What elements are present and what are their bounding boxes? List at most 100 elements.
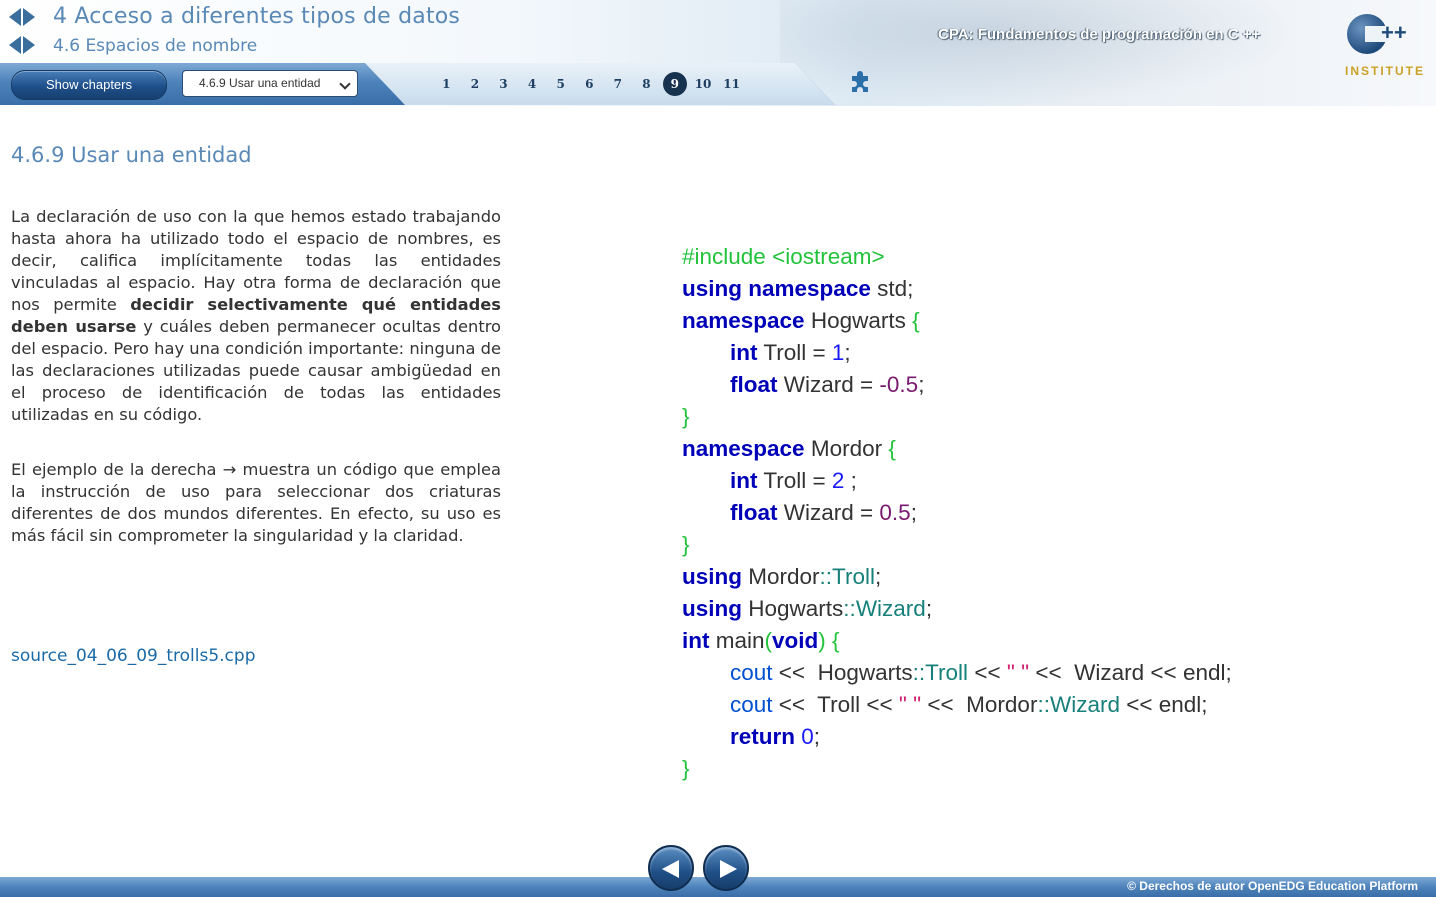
code-token: void <box>772 628 819 653</box>
subsection-select[interactable]: 4.6.9 Usar una entidad <box>182 70 358 97</box>
code-token: -0.5 <box>879 372 919 397</box>
code-line: namespace Mordor { <box>682 433 1232 465</box>
prev-page-icon <box>662 860 679 878</box>
code-token: Troll <box>832 564 875 589</box>
paragraph-1: La declaración de uso con la que hemos e… <box>11 206 501 426</box>
code-token: Mordor <box>804 436 889 461</box>
code-line: } <box>682 753 1232 785</box>
code-token: cout <box>730 660 773 685</box>
code-token: << endl; <box>1144 660 1232 685</box>
page-link-3[interactable]: 3 <box>489 72 518 96</box>
code-line: } <box>682 529 1232 561</box>
copyright-text: © Derechos de autor OpenEDG Education Pl… <box>1127 879 1418 893</box>
page-link-7[interactable]: 7 <box>604 72 633 96</box>
page-link-4[interactable]: 4 <box>518 72 547 96</box>
code-token: ; <box>874 564 882 589</box>
next-page-icon <box>720 860 737 878</box>
code-line: #include <iostream> <box>682 241 1232 273</box>
code-line: float Wizard = 0.5; <box>682 497 1232 529</box>
code-token: ; <box>918 372 925 397</box>
code-token: << <box>860 692 899 717</box>
code-token: :: <box>819 564 833 589</box>
code-token: ( <box>764 628 773 653</box>
code-token: #include <iostream> <box>682 244 885 269</box>
code-token: return <box>730 724 796 749</box>
code-token: using <box>682 596 742 621</box>
code-token: { <box>912 308 920 333</box>
next-section-arrow-icon[interactable] <box>23 36 35 54</box>
code-token: Wizard = <box>777 500 880 525</box>
page-link-9-active[interactable]: 9 <box>662 72 687 96</box>
code-line: cout << Troll << " " << Mordor::Wizard <… <box>682 689 1232 721</box>
code-token: 0 <box>801 724 814 749</box>
next-page-button[interactable] <box>703 845 749 891</box>
course-title: CPA: Fundamentos de programación en C ++ <box>938 26 1261 43</box>
code-token: << <box>772 692 812 717</box>
prev-section-arrow-icon[interactable] <box>9 36 21 54</box>
code-line: int Troll = 2 ; <box>682 465 1232 497</box>
code-token: << <box>968 660 1007 685</box>
content-title: 4.6.9 Usar una entidad <box>11 143 252 167</box>
code-line: using namespace std; <box>682 273 1232 305</box>
code-line: int Troll = 1; <box>682 337 1232 369</box>
code-token: ; <box>925 596 933 621</box>
code-token: " " <box>898 692 922 717</box>
code-token: ; <box>844 340 851 365</box>
source-file-link[interactable]: source_04_06_09_trolls5.cpp <box>11 646 255 666</box>
code-token: << <box>1029 660 1068 685</box>
code-token: ) <box>818 628 826 653</box>
code-token: main <box>709 628 765 653</box>
code-token: ; <box>910 500 917 525</box>
code-line: cout << Hogwarts::Troll << " " << Wizard… <box>682 657 1232 689</box>
chapter-nav <box>9 8 35 26</box>
page-link-2[interactable]: 2 <box>461 72 490 96</box>
code-token: Mordor <box>959 692 1038 717</box>
code-token: << <box>772 660 812 685</box>
code-token: } <box>682 404 690 429</box>
page-link-10[interactable]: 10 <box>689 72 718 96</box>
code-line: using Hogwarts::Wizard; <box>682 593 1232 625</box>
code-token: Hogwarts <box>804 308 913 333</box>
code-token: Troll = <box>757 468 832 493</box>
code-line: return 0; <box>682 721 1232 753</box>
code-line: float Wizard = -0.5; <box>682 369 1232 401</box>
logo-institute-text: INSTITUTE <box>1345 64 1425 78</box>
page-link-5[interactable]: 5 <box>546 72 575 96</box>
page-numbers: 1 2 3 4 5 6 7 8 9 10 11 <box>432 72 746 96</box>
code-token: :: <box>843 596 856 621</box>
code-token: ; <box>844 468 857 493</box>
show-chapters-button[interactable]: Show chapters <box>11 70 167 100</box>
prev-page-button[interactable] <box>648 845 694 891</box>
page-link-1[interactable]: 1 <box>432 72 461 96</box>
code-token: Wizard <box>855 596 926 621</box>
code-token: { <box>888 436 896 461</box>
puzzle-icon[interactable] <box>848 70 874 96</box>
section-nav <box>9 36 35 54</box>
code-token: Wizard <box>1067 660 1145 685</box>
code-token: Wizard = <box>777 372 880 397</box>
code-line: } <box>682 401 1232 433</box>
code-token: using <box>682 564 742 589</box>
code-token: Hogwarts <box>742 596 844 621</box>
logo-plus-text: ++ <box>1381 20 1407 45</box>
code-token: Troll = <box>757 340 832 365</box>
next-chapter-arrow-icon[interactable] <box>23 8 35 26</box>
prev-chapter-arrow-icon[interactable] <box>9 8 21 26</box>
page-link-8[interactable]: 8 <box>632 72 661 96</box>
section-title: 4.6 Espacios de nombre <box>53 36 258 56</box>
code-token: << <box>921 692 960 717</box>
code-token: } <box>682 756 690 781</box>
code-token: 0.5 <box>879 500 911 525</box>
page-link-11[interactable]: 11 <box>717 72 746 96</box>
cpp-institute-logo: ++ INSTITUTE <box>1345 12 1425 82</box>
subsection-select-value: 4.6.9 Usar una entidad <box>199 76 321 90</box>
code-token: :: <box>912 660 926 685</box>
page-link-6[interactable]: 6 <box>575 72 604 96</box>
code-token: int <box>730 340 758 365</box>
code-line: namespace Hogwarts { <box>682 305 1232 337</box>
code-token: 2 <box>831 468 845 493</box>
chapter-title: 4 Acceso a diferentes tipos de datos <box>53 4 461 29</box>
code-line: int main(void) { <box>682 625 1232 657</box>
code-token: int <box>682 628 710 653</box>
code-token: float <box>730 372 778 397</box>
